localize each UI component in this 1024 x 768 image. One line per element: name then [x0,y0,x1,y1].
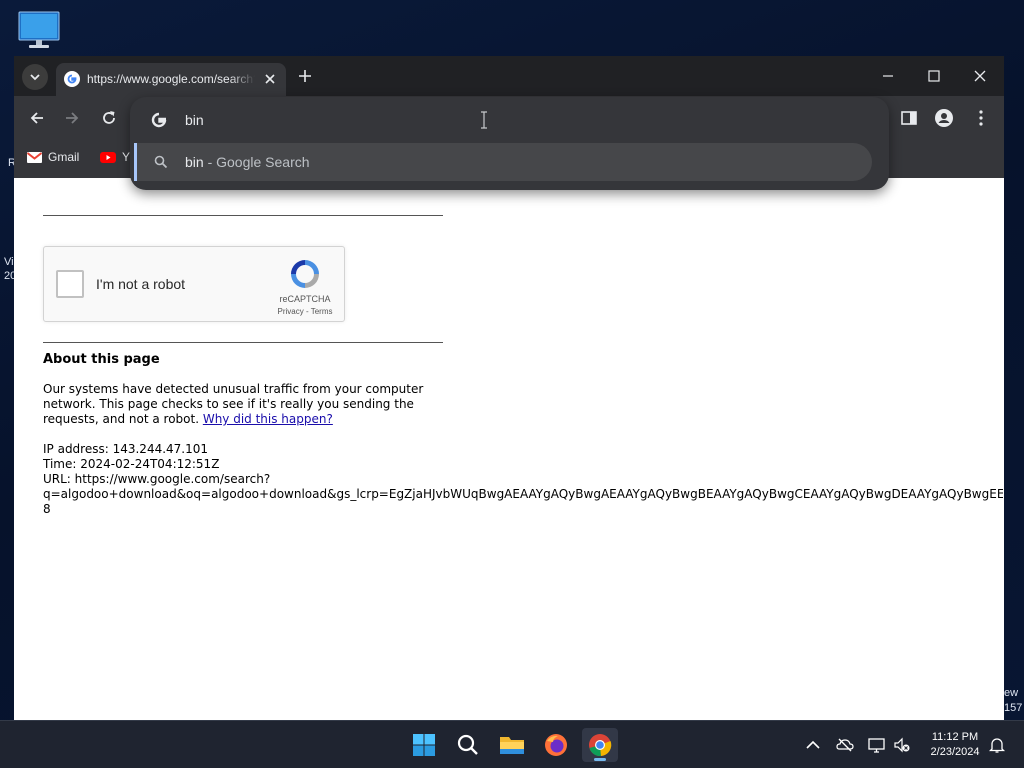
firefox-icon [545,734,567,756]
minimize-icon[interactable] [881,69,895,83]
recaptcha-widget: I'm not a robot reCAPTCHA Privacy - Term… [43,246,345,322]
onedrive-offline-icon[interactable] [836,736,854,754]
firefox-button[interactable] [538,728,574,762]
captcha-brand: reCAPTCHA [279,294,331,304]
search-icon [457,734,478,755]
active-app-indicator [594,758,606,761]
start-icon [413,734,435,756]
bookmark-label: Y [122,150,131,164]
bookmark-gmail[interactable]: Gmail [27,150,79,164]
system-clock[interactable]: 11:12 PM 2/23/2024 [916,730,994,760]
new-tab-icon[interactable] [297,68,313,84]
omnibox-popup: bin - Google Search [130,97,889,190]
captcha-label: I'm not a robot [96,276,186,292]
about-heading: About this page [43,352,160,367]
url-line: URL: https://www.google.com/search? [43,472,271,486]
explanation-line: requests, and not a robot. Why did this … [43,412,333,426]
close-window-icon[interactable] [973,69,987,83]
suggestion-highlight-bar [134,143,137,181]
taskbar: 11:12 PM 2/23/2024 [0,720,1024,768]
tab-strip: https://www.google.com/search?q=algodoo+… [14,56,1004,96]
search-icon [154,155,168,169]
url-line: q=algodoo+download&oq=algodoo+download&g… [43,487,1003,501]
google-g-icon [151,112,167,128]
gmail-icon [27,151,42,163]
tab-google-search[interactable]: https://www.google.com/search?q=algodoo+… [56,63,286,96]
suggestion-query: bin [185,154,204,170]
chevron-up-icon[interactable] [804,736,822,754]
divider [43,215,443,216]
start-button[interactable] [406,728,442,762]
volume-muted-icon[interactable] [893,736,911,754]
file-explorer-button[interactable] [494,728,530,762]
bookmark-youtube[interactable]: Y [100,150,130,164]
divider [43,342,443,343]
desktop-text-fragment: 157 [1004,702,1023,714]
desktop-text-fragment: Vi [4,256,14,268]
explanation-line: network. This page checks to see if it's… [43,397,414,411]
suggestion-text: bin - Google Search [185,154,310,170]
explanation-line: Our systems have detected unusual traffi… [43,382,424,396]
search-suggestion[interactable]: bin - Google Search [134,143,872,181]
bookmark-label: Gmail [48,150,80,164]
suggestion-suffix: - Google Search [207,154,310,170]
tab-title: https://www.google.com/search?q=algodoo+… [87,72,255,86]
google-favicon-icon [64,71,80,87]
taskbar-search-button[interactable] [450,728,486,762]
maximize-icon[interactable] [927,69,941,83]
recaptcha-logo-icon [291,260,319,288]
clock-time: 11:12 PM [931,731,979,743]
desktop-text-fragment: ew [1004,687,1019,699]
back-icon[interactable] [27,108,47,128]
captcha-privacy-link[interactable]: Privacy [278,307,304,316]
file-explorer-icon [500,737,524,754]
chrome-button[interactable] [582,728,618,762]
text-cursor-icon [481,111,487,129]
chrome-icon [589,734,612,757]
clock-date: 2/23/2024 [930,746,980,758]
profile-icon[interactable] [934,108,954,128]
timestamp: Time: 2024-02-24T04:12:51Z [43,457,220,471]
ip-address: IP address: 143.244.47.101 [43,442,209,456]
close-tab-icon[interactable] [262,71,278,87]
forward-icon[interactable] [62,108,82,128]
youtube-icon [100,151,116,163]
address-bar-input[interactable] [185,111,825,129]
reload-icon[interactable] [99,108,119,128]
desktop-computer-icon[interactable] [17,10,61,50]
url-line: 8 [43,502,51,516]
chevron-down-icon [30,74,40,81]
network-icon[interactable] [868,736,886,754]
captcha-checkbox[interactable] [56,270,84,298]
more-menu-icon[interactable] [971,108,991,128]
why-link[interactable]: Why did this happen? [203,412,333,426]
side-panel-icon[interactable] [899,108,919,128]
captcha-terms-link[interactable]: Terms [311,307,333,316]
captcha-links: Privacy - Terms [277,307,333,316]
tab-search-button[interactable] [22,64,48,90]
notification-bell-icon[interactable] [988,736,1006,754]
